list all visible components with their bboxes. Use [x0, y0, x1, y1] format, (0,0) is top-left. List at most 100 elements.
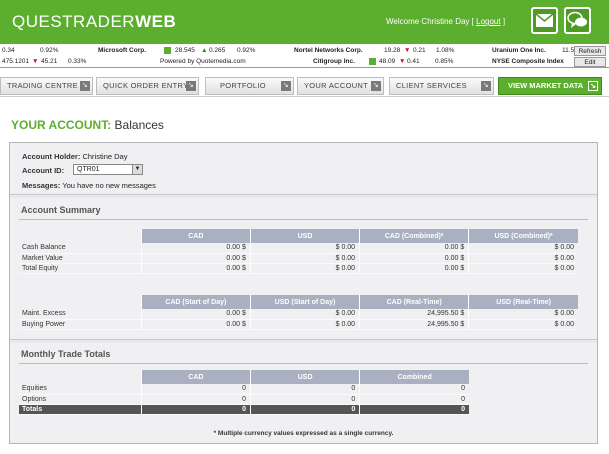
ticker-percent: 0.92%	[40, 47, 59, 54]
table-cell: 0	[249, 394, 360, 405]
tab-portfolio[interactable]: PORTFOLIO ↘	[205, 77, 294, 95]
mail-icon[interactable]	[531, 7, 558, 34]
view-market-data-button[interactable]: VIEW MARKET DATA ↘	[498, 77, 602, 95]
ticker-row: 475.1201 ▼ 45.21 0.33% Powered by Quotem…	[0, 57, 609, 68]
table-cell: 0	[359, 394, 469, 405]
row-label: Equities	[19, 384, 142, 395]
table-cell: 0.00 $	[140, 319, 251, 330]
balances-panel: Account Holder: Christine Day Account ID…	[9, 142, 598, 444]
up-arrow-icon: ▲	[201, 47, 208, 54]
row-label: Total Equity	[19, 263, 142, 274]
table-row: Equities 0 0 0	[19, 384, 469, 395]
table-cell: 0	[140, 394, 251, 405]
arrow-icon: ↘	[80, 81, 90, 91]
account-id-select[interactable]: QTR01 ▼	[73, 164, 143, 175]
blank-header	[19, 295, 141, 309]
ticker-percent: 0.33%	[68, 58, 87, 65]
tab-label: TRADING CENTRE	[7, 81, 78, 90]
summary-table: CAD USD CAD (Combined)* USD (Combined)* Cash…	[19, 229, 578, 274]
table-cell: $ 0.00	[468, 253, 578, 264]
ticker-symbol[interactable]: Uranium One Inc.	[492, 47, 546, 54]
row-label: Options	[19, 394, 142, 405]
selected-value: QTR01	[77, 166, 100, 173]
blank-header	[19, 229, 141, 243]
logout-link[interactable]: Logout	[476, 17, 500, 26]
ticker-change: 0.21	[413, 47, 426, 54]
divider	[19, 363, 588, 364]
questrader-logo[interactable]: QUESTRADERWEB	[12, 12, 176, 32]
table-cell: $ 0.00	[249, 319, 360, 330]
blank-header	[19, 370, 141, 384]
table-row: Market Value 0.00 $ $ 0.00 0.00 $ $ 0.00	[19, 253, 578, 264]
ticker-percent: 0.92%	[237, 47, 256, 54]
tab-label: PORTFOLIO	[220, 81, 266, 90]
table-row: Maint. Excess 0.00 $ $ 0.00 24,995.50 $ $ 0.…	[19, 309, 578, 320]
arrow-icon: ↘	[281, 81, 291, 91]
down-arrow-icon: ▼	[399, 58, 406, 65]
row-label: Totals	[19, 404, 142, 415]
realtime-table: CAD (Start of Day) USD (Start of Day) CAD …	[19, 295, 578, 330]
account-summary: Account Summary CAD USD CAD (Combined)* USD…	[10, 198, 597, 340]
ticker-symbol[interactable]: Citigroup Inc.	[313, 58, 355, 65]
ticker-symbol[interactable]: Microsoft Corp.	[98, 47, 146, 54]
ticker-row: 0.34 0.92% Microsoft Corp. 28.545 ▲ 0.26…	[0, 46, 609, 57]
currency-note: * Multiple currency values expressed as …	[213, 430, 394, 437]
table-cell: $ 0.00	[249, 263, 360, 274]
table-cell: 0	[249, 384, 360, 395]
powered-by-link[interactable]: Powered by Quotemedia.com	[160, 58, 246, 65]
tab-quick-order-entry[interactable]: QUICK ORDER ENTRY ↘	[96, 77, 199, 95]
messages-row: Messages: You have no new messages	[22, 181, 156, 190]
row-label: Market Value	[19, 253, 142, 264]
page-title-main: YOUR ACCOUNT:	[11, 118, 112, 132]
table-cell: 0	[249, 404, 360, 415]
account-holder: Christine Day	[82, 152, 128, 161]
table-row: Cash Balance 0.00 $ $ 0.00 0.00 $ $ 0.00	[19, 243, 578, 254]
down-arrow-icon: ▼	[404, 47, 411, 54]
table-cell: 0.00 $	[140, 263, 251, 274]
market-label: VIEW MARKET DATA	[508, 81, 584, 90]
welcome-text: Welcome Christine Day [	[386, 17, 474, 26]
account-holder-row: Account Holder: Christine Day	[22, 152, 127, 161]
tab-your-account[interactable]: YOUR ACCOUNT ↘	[297, 77, 384, 95]
arrow-icon: ↘	[481, 81, 491, 91]
up-tag-icon	[164, 47, 171, 54]
ticker-symbol[interactable]: Nortel Networks Corp.	[294, 47, 363, 54]
app-header: QUESTRADERWEB Welcome Christine Day [ Lo…	[0, 0, 609, 44]
table-cell: 24,995.50 $	[359, 309, 469, 320]
ticker-symbol[interactable]: NYSE Composite Index	[492, 58, 564, 65]
stock-ticker: 0.34 0.92% Microsoft Corp. 28.545 ▲ 0.26…	[0, 44, 609, 68]
label: Account ID:	[22, 166, 65, 175]
ticker-percent: 1.08%	[436, 47, 455, 54]
logo-text-web: WEB	[135, 12, 177, 31]
label: Account Holder:	[22, 152, 81, 161]
table-cell: $ 0.00	[468, 243, 578, 254]
messages-text: You have no new messages	[62, 181, 156, 190]
table-cell: 0	[140, 384, 251, 395]
logo-text-main: QUESTRADER	[12, 12, 136, 31]
table-cell: 0.00 $	[359, 263, 469, 274]
column-header: USD	[249, 229, 360, 243]
column-header: USD	[249, 370, 360, 384]
divider	[19, 219, 588, 220]
tab-trading-centre[interactable]: TRADING CENTRE ↘	[0, 77, 93, 95]
arrow-icon: ↘	[371, 81, 381, 91]
chat-icon[interactable]	[564, 7, 591, 34]
monthly-trade-totals: Monthly Trade Totals CAD USD Combined Equit…	[10, 343, 597, 443]
tab-client-services[interactable]: CLIENT SERVICES ↘	[389, 77, 494, 95]
table-cell: 0.00 $	[140, 309, 251, 320]
table-cell: $ 0.00	[468, 319, 578, 330]
ticker-value: 475.1201	[2, 58, 30, 65]
ticker-percent: 0.85%	[435, 58, 454, 65]
refresh-button[interactable]: Refresh	[574, 46, 606, 56]
row-label: Buying Power	[19, 319, 142, 330]
table-header-row: CAD (Start of Day) USD (Start of Day) CAD …	[19, 295, 578, 309]
ticker-price: 11.5	[562, 47, 575, 54]
label: Messages:	[22, 181, 61, 190]
edit-ticker-button[interactable]: Edit	[574, 57, 606, 67]
ticker-change: 0.41	[407, 58, 420, 65]
arrow-icon: ↘	[186, 81, 196, 91]
section-title: Monthly Trade Totals	[21, 349, 111, 359]
table-row: Options 0 0 0	[19, 394, 469, 405]
down-arrow-icon: ▼	[32, 58, 39, 65]
column-header: USD (Start of Day)	[249, 295, 360, 309]
